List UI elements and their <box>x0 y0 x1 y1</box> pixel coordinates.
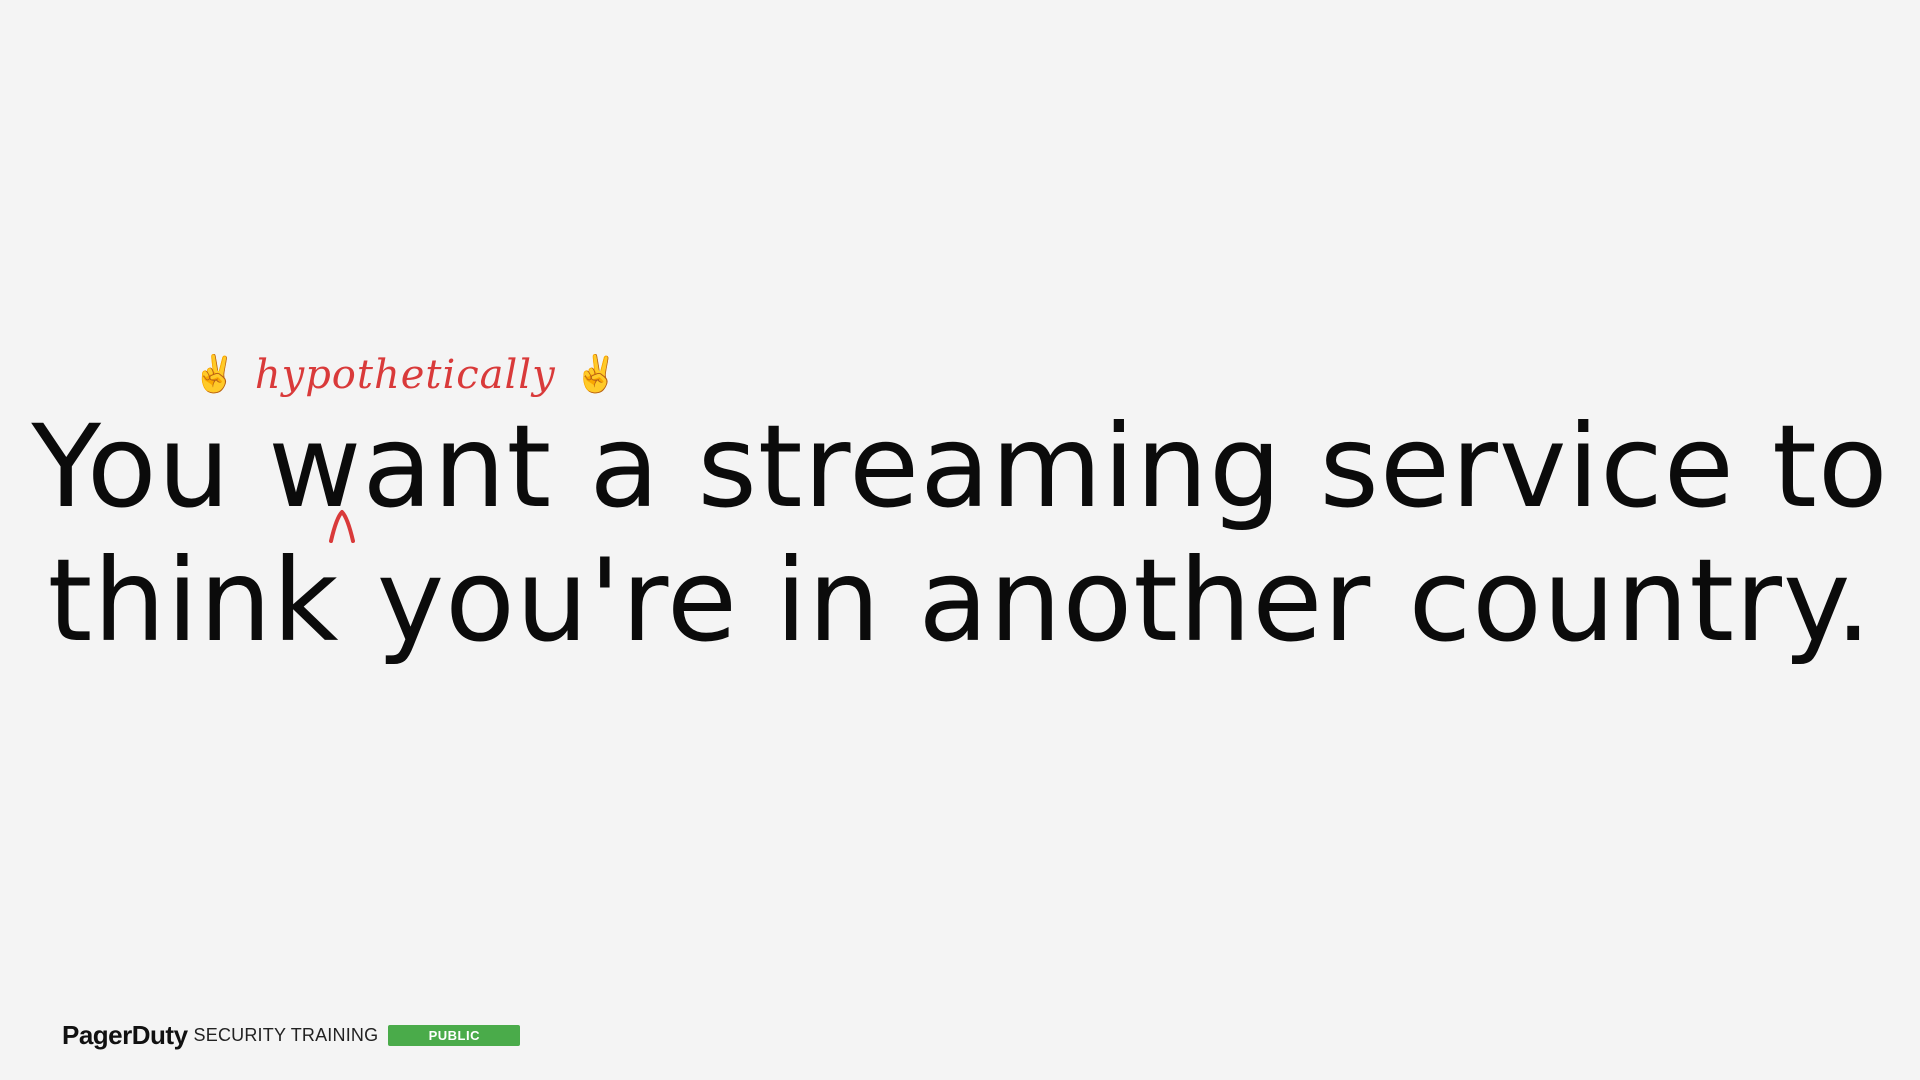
caret-insert-icon <box>329 510 355 543</box>
classification-badge: PUBLIC <box>388 1024 521 1046</box>
headline: You want a streaming service to think yo… <box>0 400 1920 668</box>
slide: ✌️ hypothetically ✌️ You want a streamin… <box>0 0 1920 1080</box>
annotation-text: hypothetically <box>254 352 556 398</box>
victory-hand-icon: ✌️ <box>192 354 237 395</box>
footer-label: SECURITY TRAINING <box>193 1024 379 1045</box>
headline-line-2: think you're in another country. <box>47 534 1873 667</box>
footer: PagerDuty SECURITY TRAINING PUBLIC <box>62 1019 521 1050</box>
headline-line-1: You want a streaming service to <box>31 400 1889 533</box>
handwritten-annotation: ✌️ hypothetically ✌️ <box>192 348 619 402</box>
pagerduty-logo: PagerDuty <box>62 1019 188 1050</box>
victory-hand-icon: ✌️ <box>573 354 619 395</box>
